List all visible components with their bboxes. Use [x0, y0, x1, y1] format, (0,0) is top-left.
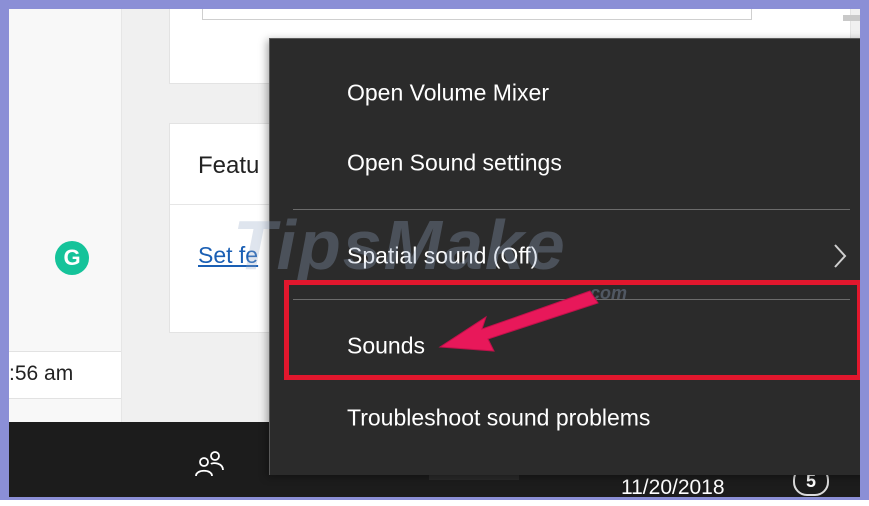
menu-item-label: Open Volume Mixer	[347, 79, 549, 106]
arrow-annotation	[438, 290, 599, 352]
watermark: TipsMake	[233, 206, 567, 284]
frame-bottom-strip	[0, 500, 869, 506]
left-pane: G :56 am	[9, 9, 122, 422]
time-box: :56 am	[9, 351, 121, 399]
top-card-input[interactable]	[202, 9, 752, 20]
time-text: :56 am	[9, 362, 74, 385]
menu-item-open-volume-mixer[interactable]: Open Volume Mixer	[270, 63, 869, 123]
feature-card-title: Featu	[198, 152, 260, 179]
scrollbar-thumb[interactable]	[843, 15, 860, 21]
grammarly-icon[interactable]: G	[55, 241, 89, 275]
menu-item-label: Open Sound settings	[347, 149, 562, 176]
taskbar-date[interactable]: 11/20/2018	[621, 476, 725, 500]
people-icon[interactable]	[193, 448, 227, 478]
menu-item-open-sound-settings[interactable]: Open Sound settings	[270, 133, 869, 193]
menu-item-troubleshoot[interactable]: Troubleshoot sound problems	[270, 388, 869, 448]
chevron-right-icon	[834, 244, 847, 268]
menu-item-label: Troubleshoot sound problems	[347, 404, 651, 431]
